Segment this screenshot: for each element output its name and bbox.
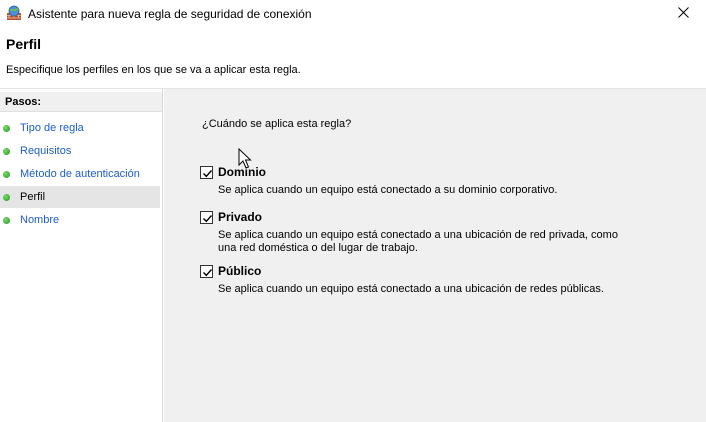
publico-description: Se aplica cuando un equipo está conectad… [218, 283, 604, 295]
step-requisitos[interactable]: Requisitos [0, 140, 160, 162]
content-panel: ¿Cuándo se aplica esta regla? Dominio Se… [164, 89, 706, 422]
green-dot-icon [3, 216, 10, 224]
step-metodo-de-autenticacion[interactable]: Método de autenticación [0, 163, 160, 185]
question-text: ¿Cuándo se aplica esta regla? [202, 118, 352, 130]
publico-label[interactable]: Público [218, 264, 261, 278]
mouse-cursor-icon [238, 147, 252, 173]
privado-checkbox[interactable] [200, 211, 213, 224]
publico-checkbox[interactable] [200, 265, 213, 278]
green-dot-icon [3, 124, 10, 132]
green-dot-icon [3, 147, 10, 155]
step-nombre[interactable]: Nombre [0, 209, 160, 231]
page-title: Perfil [6, 36, 42, 52]
privado-label[interactable]: Privado [218, 210, 262, 224]
step-label: Tipo de regla [20, 122, 84, 134]
window-title: Asistente para nueva regla de seguridad … [28, 7, 312, 21]
dominio-description: Se aplica cuando un equipo está conectad… [218, 184, 558, 196]
green-dot-icon [3, 170, 10, 178]
step-label: Método de autenticación [20, 168, 140, 180]
privado-description: Se aplica cuando un equipo está conectad… [218, 229, 618, 254]
green-dot-icon [3, 193, 10, 201]
checkmark-icon [203, 170, 213, 178]
steps-sidebar: Pasos: Tipo de regla Requisitos Método d… [0, 89, 163, 422]
checkmark-icon [203, 215, 213, 223]
close-icon [677, 7, 689, 21]
step-perfil[interactable]: Perfil [0, 186, 160, 208]
close-button[interactable] [660, 0, 706, 28]
step-label: Perfil [20, 191, 46, 203]
page-header: Perfil Especifique los perfiles en los q… [0, 28, 706, 88]
step-label: Nombre [20, 214, 60, 226]
steps-title: Pasos: [0, 92, 162, 112]
page-description: Especifique los perfiles en los que se v… [6, 64, 301, 76]
firewall-globe-icon [6, 5, 22, 21]
title-bar: Asistente para nueva regla de seguridad … [0, 0, 706, 28]
checkmark-icon [203, 269, 213, 277]
step-tipo-de-regla[interactable]: Tipo de regla [0, 117, 160, 139]
step-label: Requisitos [20, 145, 72, 157]
dominio-checkbox[interactable] [200, 166, 213, 179]
